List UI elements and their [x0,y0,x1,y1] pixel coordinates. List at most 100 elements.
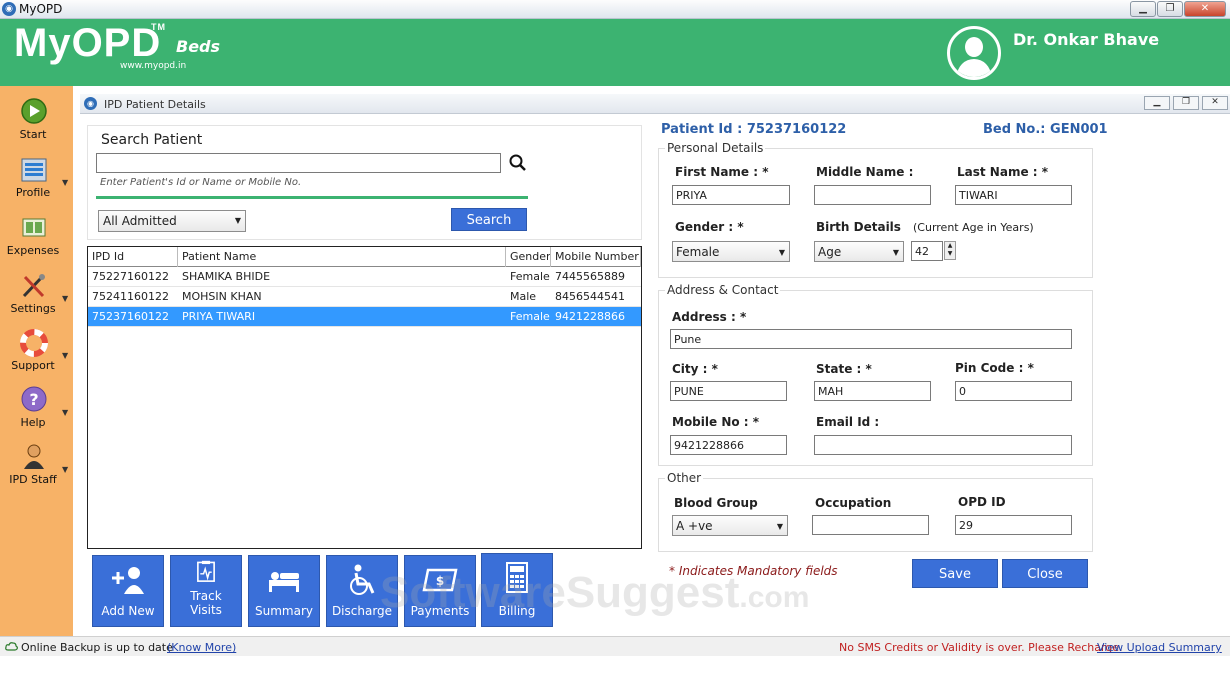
logo: MyOPD TM [14,21,165,66]
opd-id-field[interactable]: 29 [955,515,1072,535]
close-button[interactable]: Close [1002,559,1088,588]
action-label: Summary [255,604,313,618]
search-icon[interactable] [508,153,528,173]
avatar[interactable] [947,26,1001,80]
column-header-patient-name[interactable]: Patient Name [178,247,506,267]
blood-group-select[interactable]: A +ve ▼ [672,515,788,536]
sidebar-item-profile[interactable]: Profile ▼ [0,156,73,210]
sidebar-item-settings[interactable]: Settings ▼ [0,272,73,326]
state-field[interactable]: MAH [814,381,931,401]
city-field[interactable]: PUNE [670,381,787,401]
search-button[interactable]: Search [451,208,527,231]
first-name-field[interactable]: PRIYA [672,185,790,205]
group-title: Address & Contact [665,283,781,297]
blood-group-label: Blood Group [674,496,758,510]
sidebar-label: Support [11,359,55,372]
sidebar-item-help[interactable]: ? Help ▼ [0,386,73,440]
app-header: MyOPD TM www.myopd.in Beds Dr. Onkar Bha… [0,19,1230,86]
first-name-label: First Name : * [675,165,769,179]
sidebar-item-start[interactable]: Start [0,98,73,152]
bed-icon [269,572,299,592]
cell-gender: Male [510,290,537,303]
middle-name-label: Middle Name : [816,165,914,179]
other-group: Other Blood Group A +ve ▼ Occupation OPD… [658,471,1093,552]
watermark: SoftwareSuggest.com [380,568,809,618]
action-label: Track Visits [171,589,241,617]
mobile-field[interactable]: 9421228866 [670,435,787,455]
app-root: ◉ MyOPD ▁ ❐ ✕ MyOPD TM www.myopd.in Beds… [0,0,1230,692]
chevron-down-icon: ▼ [62,465,69,474]
sidebar-item-expenses[interactable]: Expenses [0,214,73,268]
cell-ipd-id: 75227160122 [92,270,169,283]
logo-text: MyOPD [14,21,162,65]
admission-filter-select[interactable]: All Admitted ▼ [98,210,246,232]
window-titlebar: ◉ MyOPD ▁ ❐ ✕ [0,0,1230,19]
subwindow-controls: ▁ ❐ ✕ [1141,96,1228,110]
lifebuoy-icon [20,329,48,357]
table-row[interactable]: 75227160122 SHAMIKA BHIDE Female 7445565… [88,267,641,287]
add-user-icon [112,567,144,594]
middle-name-field[interactable] [814,185,931,205]
column-header-mobile[interactable]: Mobile Number [551,247,641,267]
address-label: Address : * [672,310,747,324]
search-input[interactable] [96,153,501,173]
maximize-button[interactable]: ❐ [1157,1,1183,17]
age-stepper-arrows-icon[interactable]: ▲ ▼ [944,241,956,260]
table-row[interactable]: 75241160122 MOHSIN KHAN Male 8456544541 [88,287,641,307]
gender-label: Gender : * [675,220,744,234]
track-visits-button[interactable]: Track Visits [170,555,242,627]
add-new-button[interactable]: Add New [92,555,164,627]
avatar-body [957,59,991,77]
occupation-label: Occupation [815,496,892,510]
subwindow-restore-button[interactable]: ❐ [1173,96,1199,110]
occupation-field[interactable] [812,515,929,535]
subwindow-titlebar: ◉ IPD Patient Details ▁ ❐ ✕ [80,94,1230,114]
summary-button[interactable]: Summary [248,555,320,627]
chevron-down-icon: ▼ [776,522,783,531]
table-row-selected[interactable]: 75237160122 PRIYA TIWARI Female 94212288… [88,307,641,327]
ipd-patient-window: ◉ IPD Patient Details ▁ ❐ ✕ Search Patie… [80,94,1230,636]
search-title: Search Patient [101,132,203,148]
mobile-label: Mobile No : * [672,415,760,429]
play-icon [21,98,47,124]
save-button[interactable]: Save [912,559,998,588]
filter-selected-value: All Admitted [103,214,177,228]
clipboard-icon [197,560,215,582]
patient-id: Patient Id : 75237160122 [661,122,847,137]
email-field[interactable] [814,435,1072,455]
cell-ipd-id: 75237160122 [92,310,169,323]
birth-type-select[interactable]: Age ▼ [814,241,904,262]
chevron-down-icon: ▼ [62,178,69,187]
cloud-icon [5,642,18,651]
chevron-down-icon: ▼ [62,351,69,360]
pin-code-field[interactable]: 0 [955,381,1072,401]
view-upload-summary-link[interactable]: View Upload Summary [1097,641,1222,654]
cell-gender: Female [510,310,550,323]
column-header-gender[interactable]: Gender [506,247,551,267]
sidebar-item-ipd-staff[interactable]: IPD Staff ▼ [0,443,73,497]
watermark-suffix: .com [739,581,810,614]
gender-select[interactable]: Female ▼ [672,241,790,262]
subwindow-close-button[interactable]: ✕ [1202,96,1228,110]
address-field[interactable]: Pune [670,329,1072,349]
know-more-link[interactable]: (Know More) [167,641,236,654]
sidebar-item-support[interactable]: Support ▼ [0,329,73,383]
status-bar: Online Backup is up to date (Know More) … [0,636,1230,656]
cell-gender: Female [510,270,550,283]
city-label: City : * [672,362,718,376]
window-controls: ▁ ❐ ✕ [1129,1,1226,17]
column-header-ipd-id[interactable]: IPD Id [88,247,178,267]
logo-trademark: TM [151,22,166,32]
last-name-field[interactable]: TIWARI [955,185,1072,205]
tools-icon [22,274,45,298]
minimize-button[interactable]: ▁ [1130,1,1156,17]
subwindow-minimize-button[interactable]: ▁ [1144,96,1170,110]
window-close-button[interactable]: ✕ [1184,1,1226,17]
patient-table: IPD Id Patient Name Gender Mobile Number… [87,246,642,549]
age-stepper[interactable]: 42 [911,241,943,261]
action-label: Add New [101,604,155,618]
email-label: Email Id : [816,415,880,429]
svg-text:?: ? [29,390,38,409]
subwindow-title: IPD Patient Details [104,98,206,111]
window-title: MyOPD [19,2,63,16]
